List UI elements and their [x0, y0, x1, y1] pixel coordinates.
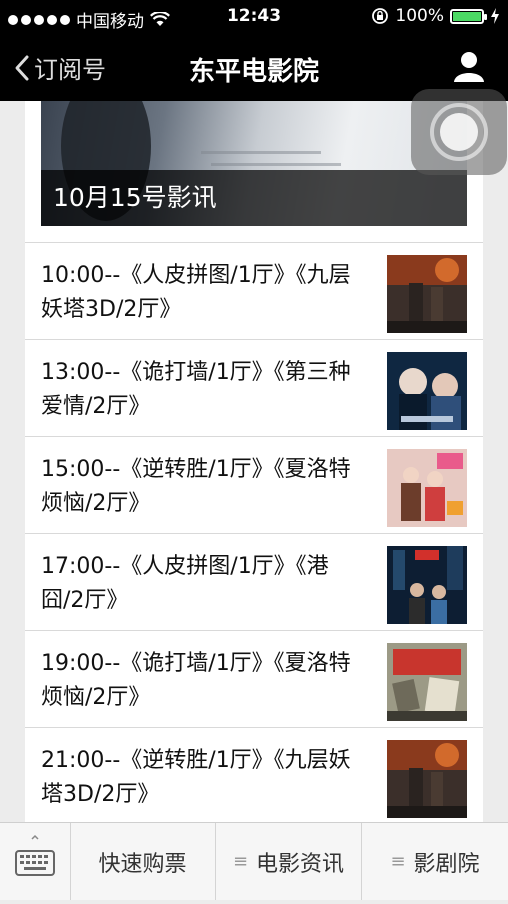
movie-poster-thumbnail	[387, 643, 467, 721]
tab-label: 快速购票	[98, 851, 187, 877]
schedule-item[interactable]: 10:00--《人皮拼图/1厅》《九层妖塔3D/2厅》	[25, 242, 483, 339]
schedule-item[interactable]: 13:00--《诡打墙/1厅》《第三种爱情/2厅》	[25, 339, 483, 436]
schedule-text: 10:00--《人皮拼图/1厅》《九层妖塔3D/2厅》	[41, 263, 351, 322]
movie-poster-thumbnail	[387, 546, 467, 624]
banner-image[interactable]: 10月15号影讯	[41, 101, 467, 226]
battery-icon	[450, 8, 487, 24]
tab-quick-ticket[interactable]: 快速购票	[70, 823, 216, 900]
movie-poster-thumbnail	[387, 352, 467, 430]
user-icon	[454, 52, 484, 82]
schedule-text: 19:00--《诡打墙/1厅》《夏洛特烦恼/2厅》	[41, 651, 351, 710]
schedule-item[interactable]: 19:00--《诡打墙/1厅》《夏洛特烦恼/2厅》	[25, 630, 483, 727]
assistive-touch-button[interactable]	[411, 89, 507, 175]
status-bar: 中国移动 12:43 100%	[0, 0, 508, 34]
rotation-lock-icon	[372, 8, 389, 24]
keyboard-icon	[15, 834, 55, 876]
tab-movie-news[interactable]: ≡ 电影资讯	[216, 823, 362, 900]
battery-fill	[453, 11, 481, 21]
tab-label: 电影资讯	[256, 851, 345, 877]
schedule-item[interactable]: 15:00--《逆转胜/1厅》《夏洛特烦恼/2厅》	[25, 436, 483, 533]
banner-caption: 10月15号影讯	[41, 170, 467, 226]
schedule-text: 21:00--《逆转胜/1厅》《九层妖塔3D/2厅》	[41, 748, 351, 807]
schedule-item[interactable]: 21:00--《逆转胜/1厅》《九层妖塔3D/2厅》	[25, 727, 483, 822]
schedule-list: 10:00--《人皮拼图/1厅》《九层妖塔3D/2厅》 13:00--《诡打墙/…	[25, 242, 483, 822]
charging-icon	[491, 8, 499, 24]
movie-poster-thumbnail	[387, 449, 467, 527]
tab-label: 影剧院	[413, 851, 480, 877]
article-content: 10月15号影讯 10:00--《人皮拼图/1厅》《九层妖塔3D/2厅》 13:…	[25, 101, 483, 822]
movie-poster-thumbnail	[387, 740, 467, 818]
movie-poster-thumbnail	[387, 255, 467, 333]
page-title: 东平电影院	[188, 57, 319, 87]
tab-theater[interactable]: ≡ 影剧院	[362, 823, 508, 900]
schedule-text: 17:00--《人皮拼图/1厅》《港囧/2厅》	[41, 554, 329, 613]
menu-icon: ≡	[232, 851, 249, 872]
schedule-item[interactable]: 17:00--《人皮拼图/1厅》《港囧/2厅》	[25, 533, 483, 630]
profile-button[interactable]	[452, 49, 486, 83]
schedule-text: 13:00--《诡打墙/1厅》《第三种爱情/2厅》	[41, 360, 351, 419]
battery-percent: 100%	[395, 6, 444, 26]
assistive-touch-icon	[440, 113, 478, 151]
menu-icon: ≡	[390, 851, 406, 872]
status-right: 100%	[371, 6, 500, 26]
schedule-text: 15:00--《逆转胜/1厅》《夏洛特烦恼/2厅》	[41, 457, 351, 516]
bottom-menu-bar: 快速购票 ≡ 电影资讯 ≡ 影剧院	[0, 822, 508, 900]
keyboard-toggle-button[interactable]	[0, 823, 71, 900]
